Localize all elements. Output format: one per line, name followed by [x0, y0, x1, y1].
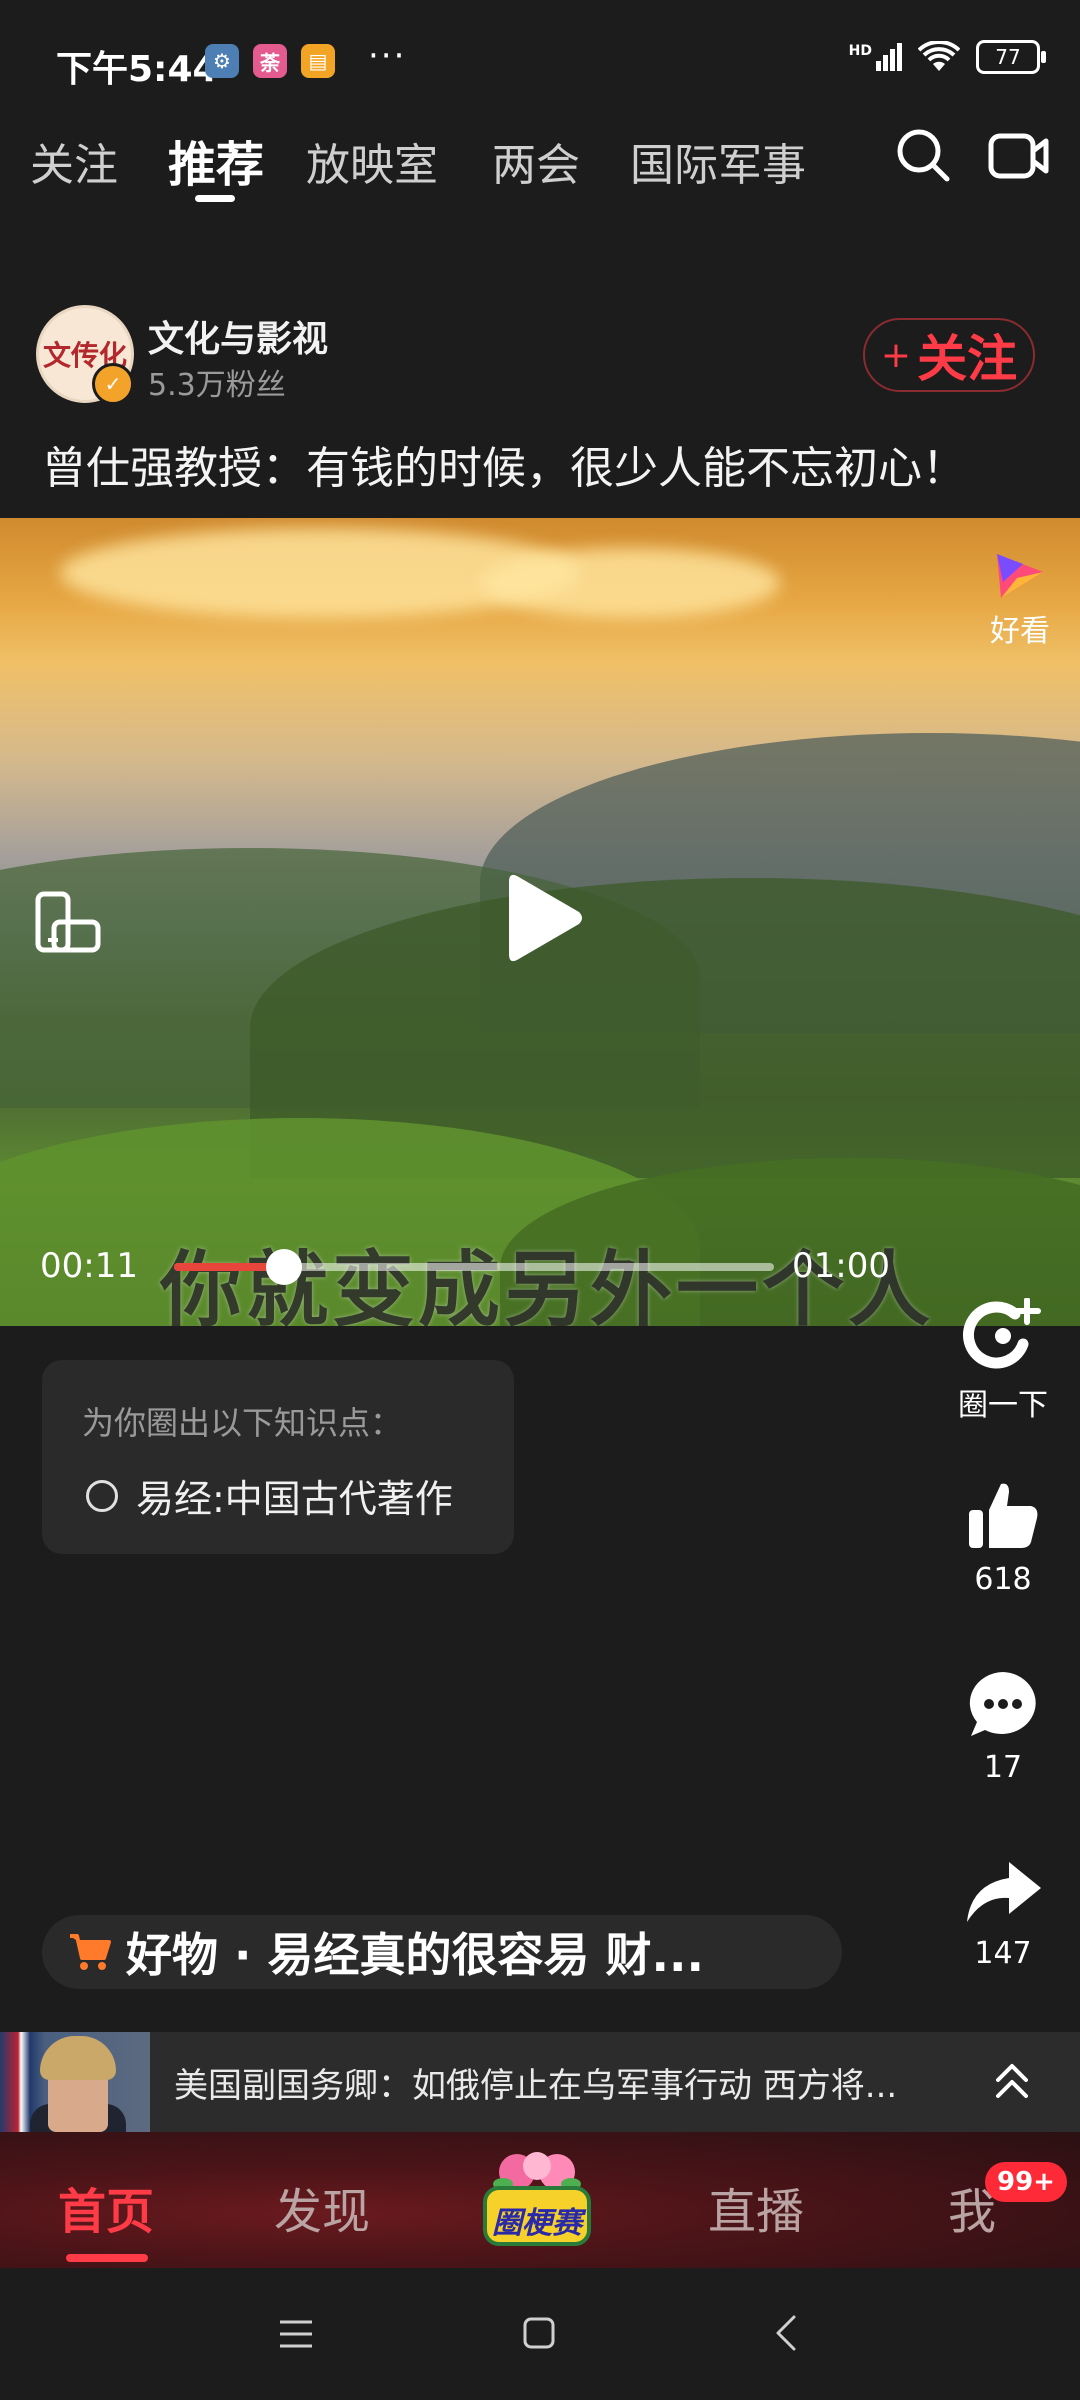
- video-player[interactable]: 好看 你就变成另外一个人 00:11 01:00: [0, 518, 1080, 1326]
- cellular-signal-icon: HD: [849, 43, 902, 71]
- tab-follow[interactable]: 关注: [30, 129, 118, 193]
- follow-label: 关注: [917, 330, 1018, 388]
- total-time: 01:00: [792, 1246, 890, 1286]
- news-thumbnail: [0, 2032, 150, 2132]
- nav-meme-contest[interactable]: 圈梗赛: [477, 2150, 597, 2250]
- play-icon[interactable]: [505, 870, 585, 966]
- nav-live[interactable]: 直播: [708, 2172, 804, 2242]
- nav-discover[interactable]: 发现: [274, 2172, 370, 2242]
- knowledge-card: 为你圈出以下知识点： 易经:中国古代著作: [42, 1360, 514, 1554]
- circle-add-icon: [963, 1298, 1041, 1369]
- status-more-icon: ···: [368, 36, 407, 76]
- tab-active-indicator: [195, 195, 235, 202]
- status-bar: 下午5:44 ⚙ 荼 ▤ ··· HD 77: [0, 0, 1080, 125]
- video-title[interactable]: 曾仕强教授：有钱的时候，很少人能不忘初心！: [42, 432, 966, 496]
- menu-icon[interactable]: [278, 2318, 314, 2350]
- circle-action-label: 圈一下: [958, 1388, 1048, 1423]
- knowledge-card-title: 为你圈出以下知识点：: [82, 1404, 403, 1442]
- news-person-hair: [40, 2036, 116, 2080]
- tab-recommend[interactable]: 推荐: [168, 125, 264, 195]
- comment-count: 17: [983, 1750, 1023, 1785]
- tab-two-sessions[interactable]: 两会: [492, 129, 580, 193]
- status-time: 下午5:44: [56, 49, 218, 90]
- follow-button[interactable]: + 关注: [863, 318, 1035, 392]
- author-name[interactable]: 文化与影视: [148, 310, 328, 362]
- plus-icon: +: [880, 334, 912, 376]
- nav-home[interactable]: 首页: [58, 2172, 154, 2242]
- tab-military[interactable]: 国际军事: [630, 129, 806, 193]
- current-time: 00:11: [40, 1246, 138, 1286]
- rotate-screen-icon[interactable]: [34, 890, 104, 956]
- author-fans: 5.3万粉丝: [148, 368, 286, 403]
- video-camera-icon[interactable]: [988, 131, 1050, 181]
- verified-badge-icon: ✓: [92, 363, 134, 405]
- knowledge-item[interactable]: 易经:中国古代著作: [86, 1468, 453, 1523]
- haokan-brand[interactable]: 好看: [990, 548, 1050, 650]
- battery-icon: 77: [976, 40, 1046, 74]
- news-headline: 美国副国务卿：如俄停止在乌军事行动 西方将...: [174, 2065, 898, 2106]
- back-arrow-icon[interactable]: [774, 2314, 798, 2352]
- share-arrow-icon: [967, 1862, 1041, 1922]
- like-action[interactable]: 618: [928, 1480, 1078, 1597]
- share-count: 147: [974, 1936, 1032, 1971]
- scenery-cloud: [480, 548, 780, 618]
- double-chevron-up-icon[interactable]: [994, 2060, 1030, 2104]
- circle-icon: [86, 1479, 118, 1512]
- message-app-icon: ▤: [301, 44, 335, 78]
- wifi-icon: [918, 41, 960, 71]
- home-square-icon[interactable]: [522, 2316, 556, 2350]
- bottom-nav: 首页 发现 圈梗赛 直播 我 99+: [0, 2132, 1080, 2268]
- top-tabs: 关注 推荐 放映室 两会 国际军事: [0, 125, 1080, 235]
- thumbs-up-icon: [969, 1483, 1038, 1548]
- comment-action[interactable]: 17: [928, 1668, 1078, 1785]
- product-link[interactable]: 好物 · 易经真的很容易 财...: [42, 1915, 842, 1989]
- news-strip[interactable]: 美国副国务卿：如俄停止在乌军事行动 西方将...: [0, 2032, 1080, 2132]
- tab-cinema[interactable]: 放映室: [306, 129, 438, 193]
- comment-bubble-icon: [969, 1672, 1036, 1736]
- settings-gear-icon: ⚙: [205, 44, 239, 78]
- nav-active-indicator: [66, 2254, 148, 2262]
- pink-app-icon: 荼: [253, 44, 287, 78]
- notification-badge: 99+: [985, 2162, 1067, 2202]
- system-nav-bar: [0, 2268, 1080, 2400]
- haokan-logo-icon: [997, 554, 1043, 598]
- meme-contest-label: 圈梗赛: [492, 2206, 582, 2241]
- circle-action[interactable]: 圈一下: [928, 1298, 1078, 1424]
- progress-handle[interactable]: [265, 1249, 302, 1285]
- haokan-label: 好看: [990, 614, 1050, 649]
- status-app-icons: ⚙ 荼 ▤: [205, 44, 335, 78]
- like-count: 618: [974, 1562, 1032, 1597]
- status-right: HD 77: [849, 40, 1046, 74]
- product-text: 好物 · 易经真的很容易 财...: [126, 1928, 704, 1982]
- network-label: HD: [848, 43, 872, 59]
- battery-level: 77: [995, 45, 1021, 69]
- search-icon[interactable]: [895, 127, 951, 183]
- share-action[interactable]: 147: [928, 1858, 1078, 1971]
- knowledge-item-label: 易经:中国古代著作: [136, 1477, 453, 1521]
- shopping-cart-icon: [70, 1934, 111, 1970]
